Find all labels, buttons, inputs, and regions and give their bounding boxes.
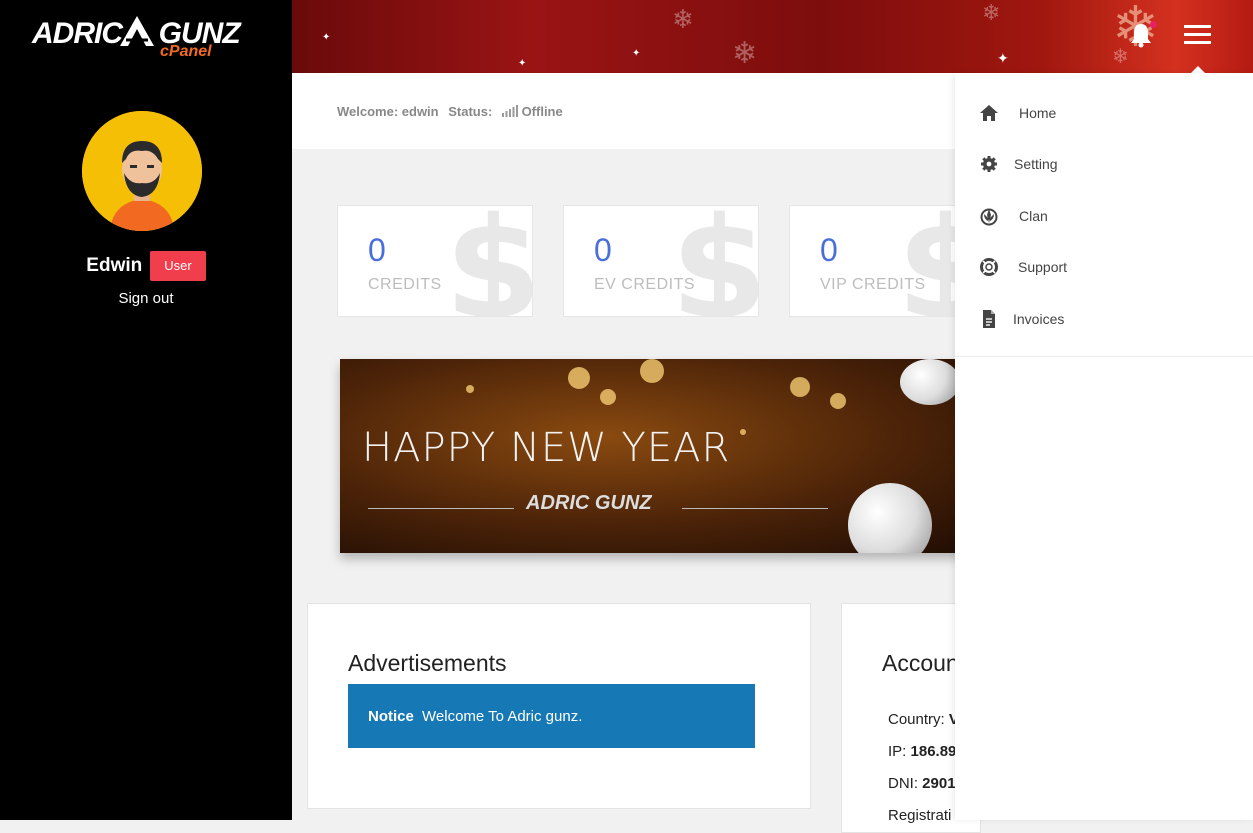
snowflake-icon: ❄	[982, 0, 1001, 25]
country-label: Country:	[888, 711, 945, 728]
sparkle-icon: ✦	[997, 50, 1009, 66]
dni-value: 2901	[922, 775, 956, 792]
ornament-ball	[848, 483, 932, 553]
dropdown-menu: Home Setting Clan Support Invoices	[955, 73, 1253, 820]
ip-row: IP: 186.89	[888, 743, 956, 760]
ev-credits-value: 0	[594, 232, 612, 268]
menu-label-support: Support	[1018, 259, 1068, 275]
bokeh-light	[640, 359, 664, 383]
credits-card: $ 0 CREDITS	[337, 205, 533, 317]
menu-item-support[interactable]: Support	[979, 255, 1067, 279]
status-value: Offline	[521, 104, 563, 119]
banner-divider	[682, 508, 828, 509]
credits-value: 0	[368, 232, 386, 268]
bokeh-light	[568, 367, 590, 389]
new-year-banner: HAPPY NEW YEAR ADRIC GUNZ	[340, 359, 1000, 553]
notification-dot	[1150, 21, 1157, 28]
sparkle-icon: ✦	[518, 58, 527, 69]
ip-label: IP:	[888, 743, 907, 760]
dni-label: DNI:	[888, 775, 918, 792]
dollar-icon: $	[444, 205, 533, 317]
bokeh-light	[790, 377, 810, 397]
banner-divider	[368, 508, 514, 509]
signal-icon	[501, 105, 518, 117]
account-title: Accoun	[882, 650, 959, 676]
bokeh-light	[830, 393, 846, 409]
snowflake-icon: ❄	[732, 37, 758, 70]
clan-icon	[980, 208, 998, 226]
advertisements-title: Advertisements	[348, 650, 507, 676]
role-badge: User	[150, 251, 206, 281]
registration-row: Registrati	[888, 807, 951, 824]
welcome-label: Welcome: edwin	[337, 104, 439, 119]
advertisements-panel: Advertisements Notice Welcome To Adric g…	[307, 603, 811, 809]
ornament-ball	[900, 359, 960, 405]
bokeh-light	[600, 389, 616, 405]
logo-mark-icon	[120, 16, 154, 46]
gear-icon	[981, 156, 997, 172]
welcome-text: Welcome: edwin Status: Offline	[337, 104, 569, 119]
menu-item-clan[interactable]: Clan	[979, 204, 1048, 228]
document-icon	[983, 310, 995, 328]
vip-credits-value: 0	[820, 232, 838, 268]
vip-credits-label: VIP CREDITS	[820, 276, 926, 293]
sidebar: ADRIC GUNZ cPanel Edwin User Sign out	[0, 0, 292, 820]
snowflake-icon: ❄	[672, 4, 694, 34]
menu-item-home[interactable]: Home	[979, 101, 1056, 125]
banner-title: HAPPY NEW YEAR	[362, 425, 731, 471]
dollar-icon: $	[670, 205, 759, 317]
registration-label: Registrati	[888, 807, 952, 824]
logo-subtext: cPanel	[160, 43, 212, 60]
ev-credits-card: $ 0 EV CREDITS	[563, 205, 759, 317]
menu-label-invoices: Invoices	[1013, 311, 1065, 327]
header-banner: ❄ ❄ ❄ ❄ ❄ ✦ ✦ ✦ ✦	[292, 0, 1253, 73]
brand-logo[interactable]: ADRIC GUNZ cPanel	[32, 10, 241, 62]
ip-value: 186.89	[910, 743, 957, 760]
lifebuoy-icon	[980, 258, 998, 276]
menu-label-home: Home	[1019, 105, 1057, 121]
home-icon	[980, 105, 998, 121]
ev-credits-label: EV CREDITS	[594, 276, 696, 293]
user-info: Edwin User	[0, 251, 292, 281]
dni-row: DNI: 2901	[888, 775, 956, 792]
user-name: Edwin	[86, 255, 143, 276]
banner-logo: ADRIC GUNZ	[526, 492, 652, 514]
menu-item-invoices[interactable]: Invoices	[979, 307, 1064, 331]
menu-label-setting: Setting	[1014, 156, 1058, 172]
sign-out-link[interactable]: Sign out	[0, 290, 292, 307]
hamburger-menu-icon[interactable]	[1184, 25, 1211, 47]
bokeh-light	[466, 385, 474, 393]
sparkle-icon: ✦	[632, 48, 641, 59]
menu-label-clan: Clan	[1019, 208, 1048, 224]
bokeh-light	[740, 429, 746, 435]
menu-list: Home Setting Clan Support Invoices	[955, 73, 1253, 357]
menu-item-setting[interactable]: Setting	[979, 152, 1058, 176]
avatar-illustration-icon	[82, 111, 202, 231]
notice-text: Welcome To Adric gunz.	[422, 708, 583, 725]
avatar[interactable]	[82, 111, 202, 231]
sparkle-icon: ✦	[322, 32, 331, 43]
status-label: Status:	[448, 104, 493, 119]
notice-label: Notice	[368, 708, 414, 725]
notice-box: Notice Welcome To Adric gunz.	[348, 684, 755, 748]
country-row: Country: V	[888, 711, 959, 728]
credits-label: CREDITS	[368, 276, 442, 293]
